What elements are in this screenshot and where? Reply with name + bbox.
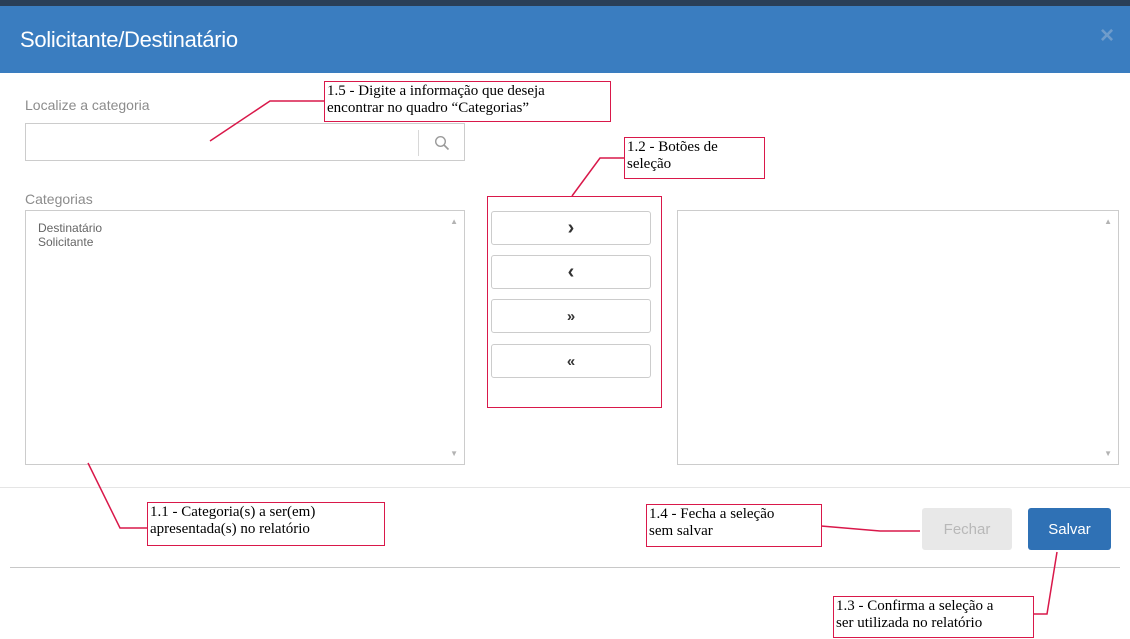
annotation-text: encontrar no quadro “Categorias” [327,100,529,116]
annotation-close: 1.4 - Fecha a seleção sem salvar [646,504,822,547]
annotation-text: apresentada(s) no relatório [150,521,310,537]
annotation-text: 1.2 - Botões de [627,139,718,155]
annotation-search: 1.5 - Digite a informação que deseja enc… [324,81,611,122]
selection-buttons-highlight [487,196,662,408]
annotation-text: sem salvar [649,523,713,539]
annotation-save: 1.3 - Confirma a seleção a ser utilizada… [833,596,1034,638]
annotation-text: 1.4 - Fecha a seleção [649,506,775,522]
annotation-text: seleção [627,156,672,172]
annotation-text: ser utilizada no relatório [836,615,983,631]
annotation-text: 1.3 - Confirma a seleção a [836,598,994,614]
annotation-selection-buttons: 1.2 - Botões de seleção [624,137,765,179]
annotation-text: 1.5 - Digite a informação que deseja [327,83,545,99]
annotation-text: 1.1 - Categoria(s) a ser(em) [150,504,316,520]
annotation-categories: 1.1 - Categoria(s) a ser(em) apresentada… [147,502,385,546]
